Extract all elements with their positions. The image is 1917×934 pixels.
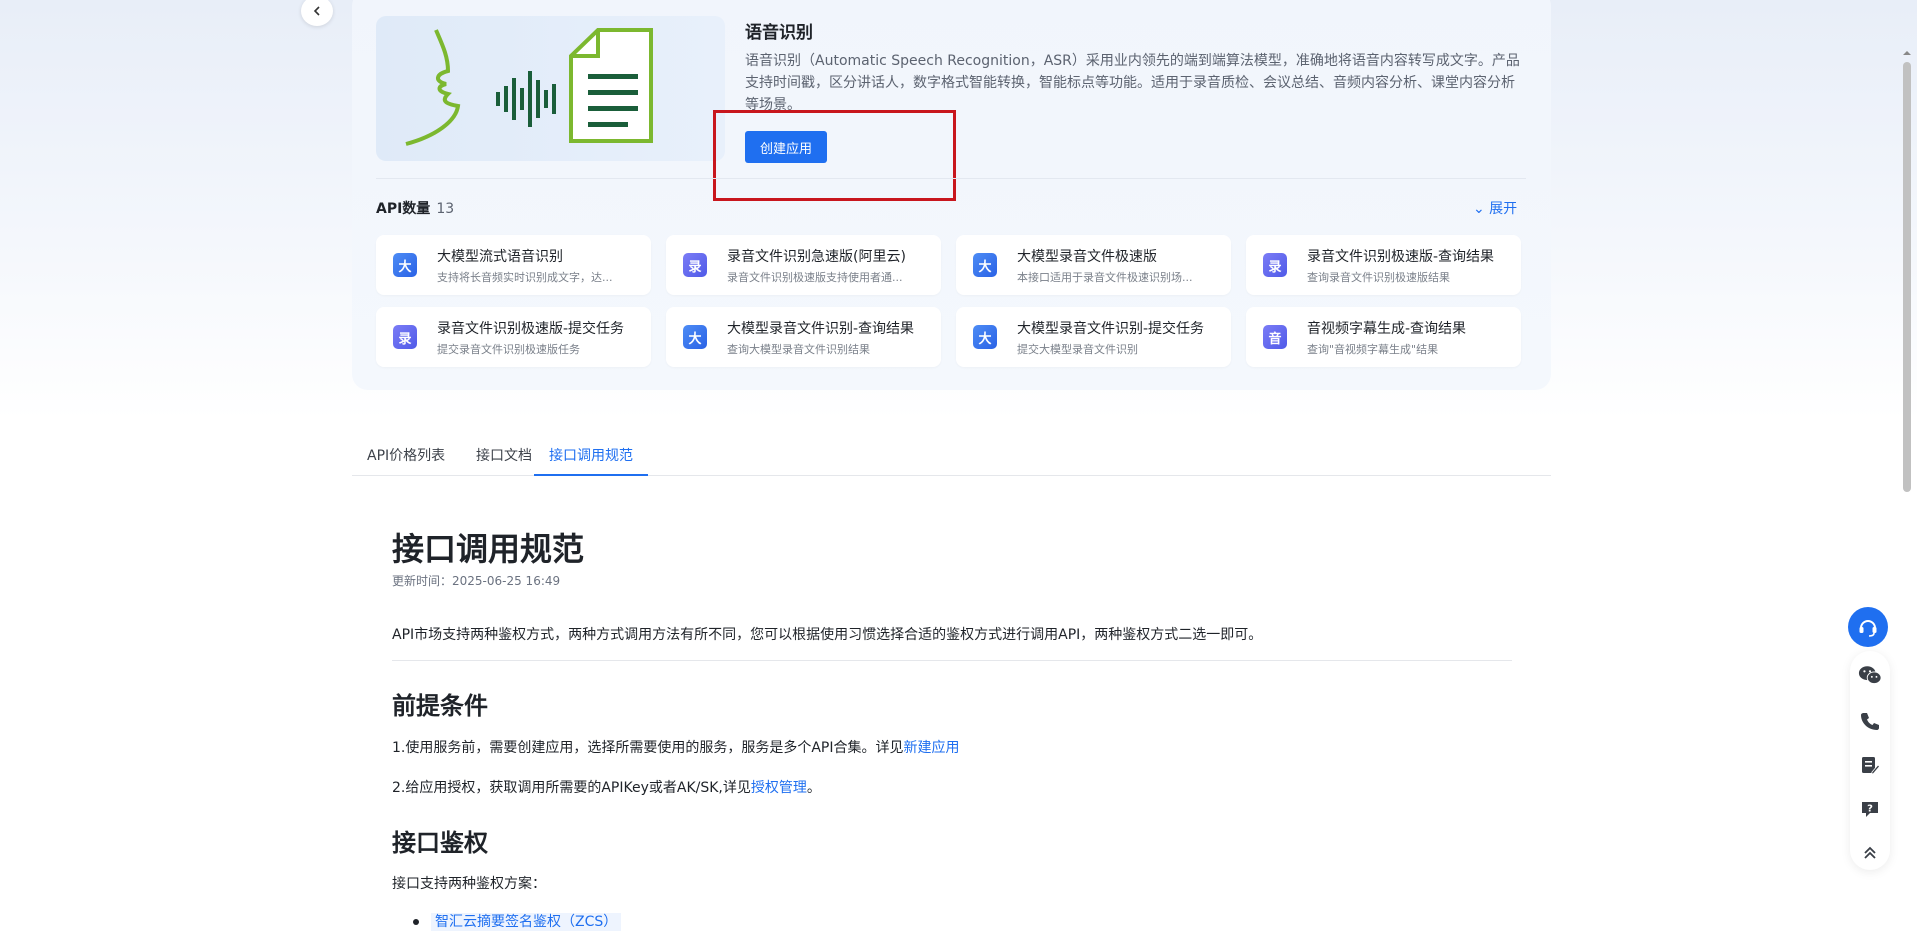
api-badge-icon: 大 <box>393 253 417 277</box>
help-question-icon[interactable]: ? <box>1858 797 1882 821</box>
api-card[interactable]: 录 录音文件识别极速版-查询结果 查询录音文件识别极速版结果 <box>1246 235 1521 295</box>
chevron-left-icon <box>313 6 320 16</box>
api-name: 大模型录音文件识别-提交任务 <box>1017 321 1205 337</box>
phone-icon[interactable] <box>1858 709 1882 733</box>
api-card[interactable]: 录 录音文件识别急速版(阿里云) 录音文件识别极速版支持使用者通... <box>666 235 941 295</box>
feedback-edit-icon[interactable] <box>1858 753 1882 777</box>
api-card[interactable]: 大 大模型流式语音识别支持将长音频实时识别成文字，达... <box>376 235 651 295</box>
api-name: 大模型录音文件识别-查询结果 <box>727 321 915 337</box>
scroll-up-arrow-icon[interactable] <box>1902 48 1912 58</box>
highlight-annotation-box <box>713 110 956 201</box>
product-title: 语音识别 <box>745 23 813 43</box>
list-item: 智汇云摘要签名鉴权（ZCS） <box>413 911 622 931</box>
api-badge-icon: 大 <box>973 253 997 277</box>
api-name: 录音文件识别极速版-提交任务 <box>437 321 625 337</box>
divider <box>392 660 1512 661</box>
bullet-dot-icon <box>413 919 419 925</box>
wechat-icon[interactable] <box>1858 663 1882 687</box>
speech-to-text-illustration-icon <box>405 28 653 146</box>
api-card[interactable]: 录 录音文件识别极速版-提交任务 提交录音文件识别极速版任务 <box>376 307 651 367</box>
prereq-step-1-text: 1.使用服务前，需要创建应用，选择所需要使用的服务，服务是多个API合集。详见 <box>392 740 904 756</box>
customer-support-button[interactable] <box>1848 607 1888 647</box>
product-description: 语音识别（Automatic Speech Recognition，ASR）采用… <box>745 53 1520 110</box>
doc-tabs: API价格列表 接口文档 接口调用规范 <box>352 437 1551 476</box>
prereq-step-2-text: 2.给应用授权，获取调用所需要的APIKey或者AK/SK,详见 <box>392 780 751 796</box>
api-badge-icon: 大 <box>973 325 997 349</box>
api-count: API数量 13 <box>376 198 454 218</box>
api-badge-icon: 录 <box>1263 253 1287 277</box>
api-list: 大 大模型流式语音识别支持将长音频实时识别成文字，达... 录 录音文件识别急速版(… <box>376 235 1521 367</box>
api-badge-icon: 录 <box>683 253 707 277</box>
prereq-step-2: 2.给应用授权，获取调用所需要的APIKey或者AK/SK,详见授权管理。 <box>392 777 821 797</box>
api-desc: 提交大模型录音文件识别 <box>1017 343 1138 356</box>
api-desc: 录音文件识别极速版支持使用者通... <box>727 271 903 284</box>
zcs-auth-link[interactable]: 智汇云摘要签名鉴权（ZCS） <box>431 913 622 931</box>
prereq-step-1: 1.使用服务前，需要创建应用，选择所需要使用的服务，服务是多个API合集。详见新… <box>392 737 960 757</box>
api-name: 录音文件识别急速版(阿里云) <box>727 249 906 265</box>
tab-api-docs[interactable]: 接口文档 <box>476 445 532 476</box>
expand-toggle[interactable]: ⌄ 展开 <box>1473 198 1517 218</box>
api-card[interactable]: 大 大模型录音文件识别-提交任务 提交大模型录音文件识别 <box>956 307 1231 367</box>
api-card[interactable]: 大 大模型录音文件极速版本接口适用于录音文件极速识别场... <box>956 235 1231 295</box>
api-desc: 提交录音文件识别极速版任务 <box>437 343 580 356</box>
tab-api-call-spec[interactable]: 接口调用规范 <box>534 445 648 476</box>
scrollbar-thumb[interactable] <box>1903 62 1911 492</box>
api-count-value: 13 <box>436 201 455 217</box>
api-badge-icon: 音 <box>1263 325 1287 349</box>
auth-management-link[interactable]: 授权管理 <box>751 780 807 796</box>
api-desc: 查询"音视频字幕生成"结果 <box>1307 343 1439 356</box>
headset-icon <box>1859 620 1877 637</box>
create-app-link[interactable]: 新建应用 <box>904 740 960 756</box>
doc-intro: API市场支持两种鉴权方式，两种方式调用方法有所不同，您可以根据使用习惯选择合适… <box>392 627 1263 643</box>
auth-intro: 接口支持两种鉴权方案： <box>392 876 546 892</box>
api-card[interactable]: 大 大模型录音文件识别-查询结果 查询大模型录音文件识别结果 <box>666 307 941 367</box>
api-name: 音视频字幕生成-查询结果 <box>1307 321 1467 337</box>
heading-auth: 接口鉴权 <box>392 829 488 857</box>
product-illustration <box>376 16 725 161</box>
api-desc: 本接口适用于录音文件极速识别场... <box>1017 271 1193 284</box>
api-count-label: API数量 <box>376 201 431 217</box>
api-name: 大模型流式语音识别 <box>437 249 563 265</box>
doc-updated-time: 更新时间：2025-06-25 16:49 <box>392 574 561 588</box>
api-name: 大模型录音文件极速版 <box>1017 249 1157 265</box>
heading-prerequisites: 前提条件 <box>392 692 488 720</box>
tab-api-price-list[interactable]: API价格列表 <box>367 445 445 476</box>
api-badge-icon: 录 <box>393 325 417 349</box>
prereq-step-2-end: 。 <box>806 780 821 796</box>
doc-title: 接口调用规范 <box>392 530 585 568</box>
api-name: 录音文件识别极速版-查询结果 <box>1307 249 1495 265</box>
api-desc: 支持将长音频实时识别成文字，达... <box>437 271 613 284</box>
api-card[interactable]: 音 音视频字幕生成-查询结果 查询"音视频字幕生成"结果 <box>1246 307 1521 367</box>
api-desc: 查询录音文件识别极速版结果 <box>1307 271 1450 284</box>
api-badge-icon: 大 <box>683 325 707 349</box>
svg-text:?: ? <box>1867 804 1873 815</box>
back-button[interactable] <box>301 0 333 26</box>
api-desc: 查询大模型录音文件识别结果 <box>727 343 870 356</box>
back-to-top-icon[interactable] <box>1858 841 1882 865</box>
divider <box>376 178 1526 179</box>
